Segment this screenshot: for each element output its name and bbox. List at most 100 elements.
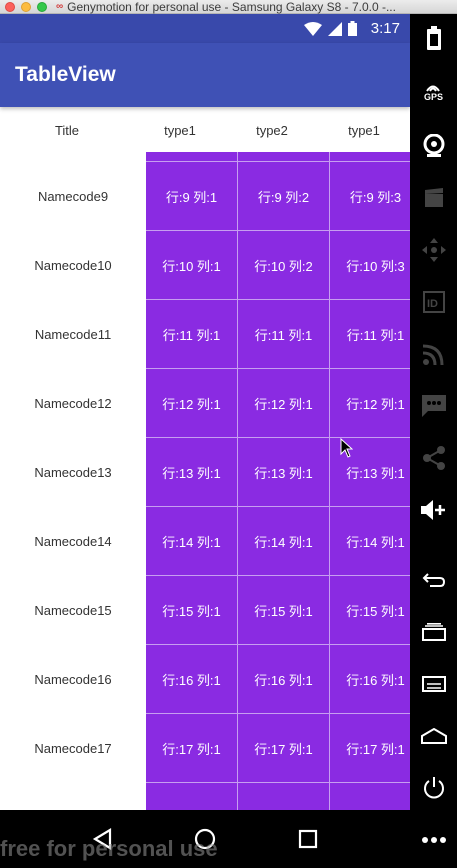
battery-widget-button[interactable]: [410, 18, 457, 58]
row-title-line: Name: [37, 188, 73, 204]
row-code-line: code10: [69, 257, 112, 273]
table-cell[interactable]: 行:15 列:1: [146, 576, 238, 645]
table-cell[interactable]: 行:11 列:1: [330, 300, 410, 369]
row-code-line: code14: [69, 533, 112, 549]
window-title: Genymotion for personal use - Samsung Ga…: [67, 0, 396, 14]
signal-icon: [327, 21, 342, 36]
recents-square-icon: [299, 829, 318, 849]
row-title-cell: Name code12: [0, 369, 146, 438]
dpad-widget-button[interactable]: [410, 230, 457, 270]
gps-label: GPS: [423, 92, 443, 102]
table-cell[interactable]: 行:11 列:1: [146, 300, 238, 369]
table-cell[interactable]: 行:10 列:3: [330, 231, 410, 300]
power-button[interactable]: [410, 768, 457, 808]
table-cell[interactable]: 行:12 列:1: [330, 369, 410, 438]
status-bar: 3:17: [0, 14, 410, 43]
table-cell[interactable]: 行:11 列:1: [238, 300, 330, 369]
row-title-line: Name: [34, 740, 70, 756]
header-title: Title: [54, 123, 80, 138]
table-row[interactable]: Name code14 行:14 列:1 行:14 列:1 行:14 列:1: [0, 507, 410, 576]
header-column-2: type2: [256, 123, 288, 138]
table-body[interactable]: Name code9 行:9 列:1 行:9 列:2 行:9 列:3 Name code10…: [0, 152, 410, 824]
row-code-line: code11: [69, 326, 112, 342]
identifiers-widget-button[interactable]: ID: [410, 282, 457, 322]
table-row[interactable]: Name code11 行:11 列:1 行:11 列:1 行:11 列:1: [0, 300, 410, 369]
table-cell[interactable]: 行:13 列:1: [146, 438, 238, 507]
capture-widget-button[interactable]: [410, 178, 457, 218]
row-title-line: Name: [34, 257, 70, 273]
table-cell[interactable]: 行:12 列:1: [146, 369, 238, 438]
cast-icon: [422, 344, 443, 365]
row-title-cell: Name code11: [0, 300, 146, 369]
table-cell[interactable]: 行:10 列:2: [238, 231, 330, 300]
table-cell[interactable]: 行:15 列:1: [238, 576, 330, 645]
battery-status-icon: [347, 21, 357, 36]
share-icon: [422, 446, 445, 470]
table-row[interactable]: Name code16 行:16 列:1 行:16 列:1 行:16 列:1: [0, 645, 410, 714]
app-bar: TableView: [0, 43, 410, 107]
table-cell[interactable]: 行:14 列:1: [330, 507, 410, 576]
table-cell[interactable]: 行:14 列:1: [146, 507, 238, 576]
table-cell[interactable]: 行:17 列:1: [146, 714, 238, 783]
watermark-text: free for personal use: [0, 836, 218, 861]
table-row-partial-top: [0, 152, 410, 162]
battery-icon: [426, 26, 441, 50]
dpad-icon: [421, 238, 446, 262]
table-cell[interactable]: 行:13 列:1: [238, 438, 330, 507]
table-row[interactable]: Name code17 行:17 列:1 行:17 列:1 行:17 列:1: [0, 714, 410, 783]
back-button[interactable]: [410, 560, 457, 600]
row-title-cell: Name code15: [0, 576, 146, 645]
sms-widget-button[interactable]: [410, 386, 457, 426]
table-cell[interactable]: 行:17 列:1: [330, 714, 410, 783]
identifiers-icon: ID: [422, 291, 445, 313]
home-icon: [420, 728, 447, 744]
table-cell[interactable]: 行:17 列:1: [238, 714, 330, 783]
table-row[interactable]: Name code15 行:15 列:1 行:15 列:1 行:15 列:1: [0, 576, 410, 645]
webcam-widget-button[interactable]: [410, 126, 457, 166]
nav-recents-button[interactable]: [288, 819, 328, 859]
table-cell[interactable]: 行:9 列:3: [330, 162, 410, 231]
wifi-icon: [303, 21, 322, 36]
window-titlebar: ∞ Genymotion for personal use - Samsung …: [0, 0, 457, 14]
row-code-line: code15: [69, 602, 112, 618]
row-title-cell: Name code14: [0, 507, 146, 576]
table-cell[interactable]: 行:12 列:1: [238, 369, 330, 438]
svg-text:ID: ID: [427, 298, 438, 310]
close-window-button[interactable]: [5, 1, 15, 12]
row-title-cell: Name code10: [0, 231, 146, 300]
row-code-line: code9: [72, 188, 109, 204]
more-options-button[interactable]: [410, 820, 457, 860]
table-cell[interactable]: 行:9 列:1: [146, 162, 238, 231]
home-button[interactable]: [410, 716, 457, 756]
volume-up-button[interactable]: [410, 490, 457, 530]
recent-apps-icon: [421, 623, 446, 641]
table-header: Title type1 type2 type1: [0, 109, 410, 152]
table-cell[interactable]: 行:10 列:1: [146, 231, 238, 300]
row-title-line: Name: [34, 533, 70, 549]
back-icon: [422, 573, 445, 587]
gps-widget-button[interactable]: GPS: [410, 72, 457, 112]
row-title-line: Name: [34, 671, 70, 687]
row-title-line: Name: [34, 464, 70, 480]
recent-apps-button[interactable]: [410, 612, 457, 652]
table-cell[interactable]: 行:16 列:1: [146, 645, 238, 714]
header-column-3: type1: [348, 123, 380, 138]
table-cell[interactable]: 行:16 列:1: [330, 645, 410, 714]
table-cell[interactable]: 行:9 列:2: [238, 162, 330, 231]
minimize-window-button[interactable]: [21, 1, 31, 12]
zoom-window-button[interactable]: [37, 1, 47, 12]
table-row[interactable]: Name code9 行:9 列:1 行:9 列:2 行:9 列:3: [0, 162, 410, 231]
row-code-line: code13: [69, 464, 112, 480]
cast-widget-button[interactable]: [410, 334, 457, 374]
table-row[interactable]: Name code10 行:10 列:1 行:10 列:2 行:10 列:3: [0, 231, 410, 300]
menu-button[interactable]: [410, 664, 457, 704]
table-cell[interactable]: 行:16 列:1: [238, 645, 330, 714]
table-cell[interactable]: 行:15 列:1: [330, 576, 410, 645]
table-row[interactable]: Name code12 行:12 列:1 行:12 列:1 行:12 列:1: [0, 369, 410, 438]
table-cell[interactable]: 行:14 列:1: [238, 507, 330, 576]
power-icon: [423, 777, 444, 799]
row-code-line: code17: [69, 740, 112, 756]
share-widget-button[interactable]: [410, 438, 457, 478]
row-title-cell: Name code16: [0, 645, 146, 714]
video-capture-icon: [424, 188, 443, 207]
